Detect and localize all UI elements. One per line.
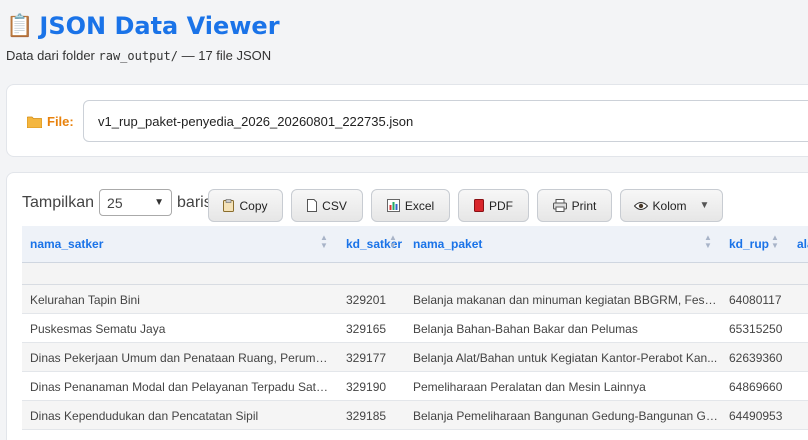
- page-header: 📋 JSON Data Viewer: [6, 12, 280, 40]
- page-length-control: Tampilkan 25 ▼ baris: [22, 189, 212, 216]
- page-size-value: 25: [107, 194, 123, 211]
- excel-label: Excel: [404, 198, 435, 213]
- cell-kd-rup: 64080117: [729, 293, 782, 307]
- sort-icon: ▲ ▼: [771, 233, 779, 250]
- column-visibility-button[interactable]: Kolom ▼: [620, 189, 723, 222]
- table-header: nama_satker ▲ ▼ kd_satker ▲ ▼ nama_paket ▲…: [22, 226, 808, 263]
- file-selector-card: File: v1_rup_paket-penyedia_2026_2026080…: [6, 84, 808, 157]
- table-row[interactable]: Dinas Kependudukan dan Pencatatan Sipil …: [22, 401, 808, 430]
- chevron-down-icon: ▼: [154, 197, 165, 208]
- cell-kd-satker: 329201: [346, 293, 387, 307]
- clipboard-icon: 📋: [6, 13, 34, 38]
- cell-kd-rup: 62639360: [729, 351, 783, 365]
- cell-kd-rup: 64490953: [729, 409, 783, 423]
- cell-kd-satker: 329177: [346, 351, 387, 365]
- data-table-card: Tampilkan 25 ▼ baris Copy CSV Excel PDF …: [6, 172, 808, 440]
- printer-icon: [552, 199, 567, 212]
- bar-chart-icon: [386, 199, 400, 212]
- sort-icon: ▲ ▼: [704, 233, 712, 250]
- export-toolbar: Copy CSV Excel PDF Print Kolom ▼: [208, 189, 723, 222]
- file-label: File:: [27, 114, 74, 129]
- column-filter-row[interactable]: [22, 263, 808, 285]
- cell-kd-satker: 329190: [346, 380, 387, 394]
- column-visibility-label: Kolom: [652, 198, 687, 213]
- sort-icon: ▲ ▼: [389, 233, 397, 250]
- subtitle-suffix: — 17 file JSON: [177, 48, 272, 63]
- csv-button[interactable]: CSV: [291, 189, 363, 222]
- cell-nama-paket: Belanja makanan dan minuman kegiatan BBG…: [413, 293, 718, 307]
- subtitle-prefix: Data dari folder: [6, 48, 99, 63]
- cell-kd-satker: 329165: [346, 322, 387, 336]
- pdf-label: PDF: [489, 198, 513, 213]
- column-header-partial[interactable]: ala: [797, 237, 808, 251]
- caret-down-icon: ▼: [699, 200, 710, 211]
- table-row[interactable]: Puskesmas Sematu Jaya 329165 Belanja Bah…: [22, 314, 808, 343]
- page-title: JSON Data Viewer: [39, 12, 280, 40]
- print-label: Print: [571, 198, 597, 213]
- copy-button[interactable]: Copy: [208, 189, 283, 222]
- copy-label: Copy: [239, 198, 268, 213]
- cell-nama-satker: Dinas Kependudukan dan Pencatatan Sipil: [30, 409, 259, 423]
- cell-kd-rup: 64869660: [729, 380, 783, 394]
- cell-nama-satker: Dinas Pekerjaan Umum dan Penataan Ruang,…: [30, 351, 330, 365]
- pdf-button[interactable]: PDF: [458, 189, 529, 222]
- column-header-nama-satker[interactable]: nama_satker: [30, 237, 103, 251]
- table-row[interactable]: Dinas Penanaman Modal dan Pelayanan Terp…: [22, 372, 808, 401]
- cell-kd-rup: 65315250: [729, 322, 783, 336]
- page-size-select[interactable]: 25 ▼: [99, 189, 173, 216]
- cell-nama-paket: Belanja Bahan-Bahan Bakar dan Pelumas: [413, 322, 638, 336]
- cell-nama-paket: Belanja Pemeliharaan Bangunan Gedung-Ban…: [413, 409, 718, 423]
- column-header-nama-paket[interactable]: nama_paket: [413, 237, 482, 251]
- cell-nama-satker: Kelurahan Tapin Bini: [30, 293, 140, 307]
- cell-nama-paket: Belanja Alat/Bahan untuk Kegiatan Kantor…: [413, 351, 718, 365]
- table-row[interactable]: Kelurahan Tapin Bini 329201 Belanja maka…: [22, 285, 808, 314]
- folder-icon: [27, 116, 42, 128]
- rows-label: baris: [177, 193, 212, 211]
- file-label-text: File:: [47, 114, 74, 129]
- document-icon: [307, 199, 318, 212]
- red-book-icon: [474, 199, 484, 212]
- cell-nama-satker: Puskesmas Sematu Jaya: [30, 322, 166, 336]
- eye-icon: [633, 201, 648, 210]
- cell-nama-paket: Pemeliharaan Peralatan dan Mesin Lainnya: [413, 380, 646, 394]
- column-header-kd-rup[interactable]: kd_rup: [729, 237, 769, 251]
- cell-kd-satker: 329185: [346, 409, 387, 423]
- sort-icon: ▲ ▼: [320, 233, 328, 250]
- subtitle-folder: raw_output/: [98, 49, 178, 63]
- cell-nama-satker: Dinas Penanaman Modal dan Pelayanan Terp…: [30, 380, 330, 394]
- clipboard-icon: [223, 199, 235, 212]
- show-label: Tampilkan: [22, 193, 95, 211]
- excel-button[interactable]: Excel: [371, 189, 450, 222]
- table-row[interactable]: Dinas Pekerjaan Umum dan Penataan Ruang,…: [22, 343, 808, 372]
- print-button[interactable]: Print: [537, 189, 612, 222]
- page-subtitle: Data dari folder raw_output/ — 17 file J…: [6, 48, 271, 63]
- file-select[interactable]: v1_rup_paket-penyedia_2026_20260801_2227…: [83, 100, 808, 142]
- csv-label: CSV: [322, 198, 347, 213]
